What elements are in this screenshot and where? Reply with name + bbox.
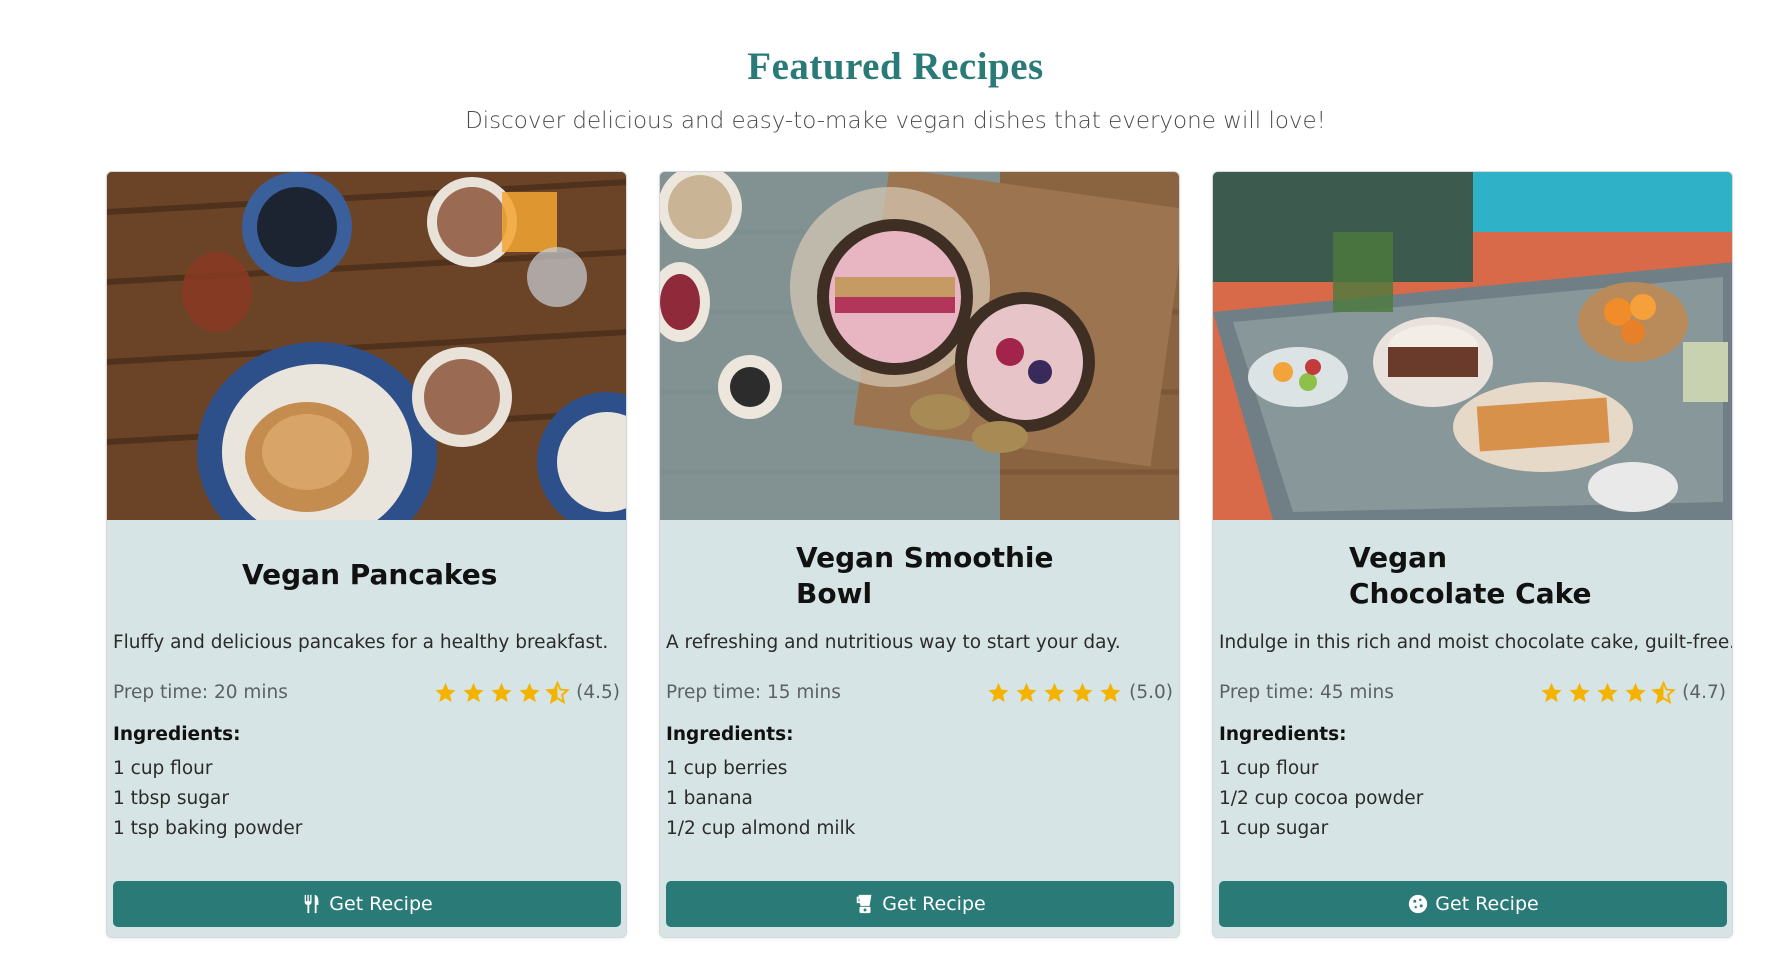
recipe-image	[1213, 172, 1732, 520]
recipe-card-chocolate-cake: Vegan Chocolate Cake Indulge in this ric…	[1212, 171, 1733, 938]
rating: (5.0)	[986, 681, 1173, 704]
ingredients-list: 1 cup flour 1/2 cup cocoa powder 1 cup s…	[1219, 754, 1423, 844]
star-full-icon	[1625, 682, 1646, 703]
recipe-description: Indulge in this rich and moist chocolate…	[1219, 632, 1733, 653]
ingredients-label: Ingredients:	[113, 724, 241, 745]
recipe-description: A refreshing and nutritious way to start…	[666, 632, 1121, 653]
rating-value: (4.7)	[1682, 682, 1726, 703]
ingredient-item: 1 cup sugar	[1219, 818, 1329, 839]
recipe-description: Fluffy and delicious pancakes for a heal…	[113, 632, 609, 653]
utensils-icon	[304, 894, 319, 914]
get-recipe-button[interactable]: Get Recipe	[666, 881, 1174, 927]
ingredient-item: 1 tbsp sugar	[113, 788, 229, 809]
star-half-icon	[545, 681, 571, 704]
prep-time: Prep time: 15 mins	[666, 682, 841, 703]
ingredient-item: 1 tsp baking powder	[113, 818, 303, 839]
recipe-cards: Vegan Pancakes Fluffy and delicious panc…	[106, 171, 1734, 938]
star-full-icon	[1100, 682, 1121, 703]
ingredient-item: 1 cup flour	[1219, 758, 1319, 779]
ingredient-item: 1/2 cup cocoa powder	[1219, 788, 1424, 809]
rating: (4.5)	[433, 681, 620, 704]
star-full-icon	[988, 682, 1009, 703]
star-half-icon	[1651, 681, 1677, 704]
recipe-title: Vegan Chocolate Cake	[1349, 541, 1592, 610]
get-recipe-button[interactable]: Get Recipe	[1219, 881, 1727, 927]
blender-icon	[857, 894, 872, 914]
star-full-icon	[1044, 682, 1065, 703]
star-full-icon	[435, 682, 456, 703]
ingredients-list: 1 cup flour 1 tbsp sugar 1 tsp baking po…	[113, 754, 302, 844]
star-full-icon	[1072, 682, 1093, 703]
recipe-title: Vegan Pancakes	[242, 558, 498, 591]
recipe-title: Vegan Smoothie Bowl	[796, 541, 1054, 610]
ingredient-item: 1/2 cup almond milk	[666, 818, 856, 839]
ingredients-label: Ingredients:	[1219, 724, 1347, 745]
section-title: Featured Recipes	[747, 45, 1044, 88]
button-label: Get Recipe	[882, 893, 986, 915]
get-recipe-button[interactable]: Get Recipe	[113, 881, 621, 927]
recipe-image	[660, 172, 1179, 520]
star-full-icon	[1016, 682, 1037, 703]
recipe-image	[107, 172, 626, 520]
ingredients-label: Ingredients:	[666, 724, 794, 745]
ingredient-item: 1 cup flour	[113, 758, 213, 779]
button-label: Get Recipe	[329, 893, 433, 915]
rating-value: (4.5)	[576, 682, 620, 703]
star-full-icon	[1597, 682, 1618, 703]
star-full-icon	[1569, 682, 1590, 703]
ingredient-item: 1 banana	[666, 788, 753, 809]
rating: (4.7)	[1539, 681, 1726, 704]
star-full-icon	[1541, 682, 1562, 703]
button-label: Get Recipe	[1435, 893, 1539, 915]
prep-time: Prep time: 20 mins	[113, 682, 288, 703]
star-full-icon	[463, 682, 484, 703]
cookie-icon	[1409, 894, 1428, 914]
star-full-icon	[491, 682, 512, 703]
ingredient-item: 1 cup berries	[666, 758, 788, 779]
section-subtitle: Discover delicious and easy-to-make vega…	[465, 108, 1326, 134]
recipe-card-smoothie-bowl: Vegan Smoothie Bowl A refreshing and nut…	[659, 171, 1180, 938]
rating-value: (5.0)	[1129, 682, 1173, 703]
ingredients-list: 1 cup berries 1 banana 1/2 cup almond mi…	[666, 754, 855, 844]
star-full-icon	[519, 682, 540, 703]
prep-time: Prep time: 45 mins	[1219, 682, 1394, 703]
recipe-card-pancakes: Vegan Pancakes Fluffy and delicious panc…	[106, 171, 627, 938]
